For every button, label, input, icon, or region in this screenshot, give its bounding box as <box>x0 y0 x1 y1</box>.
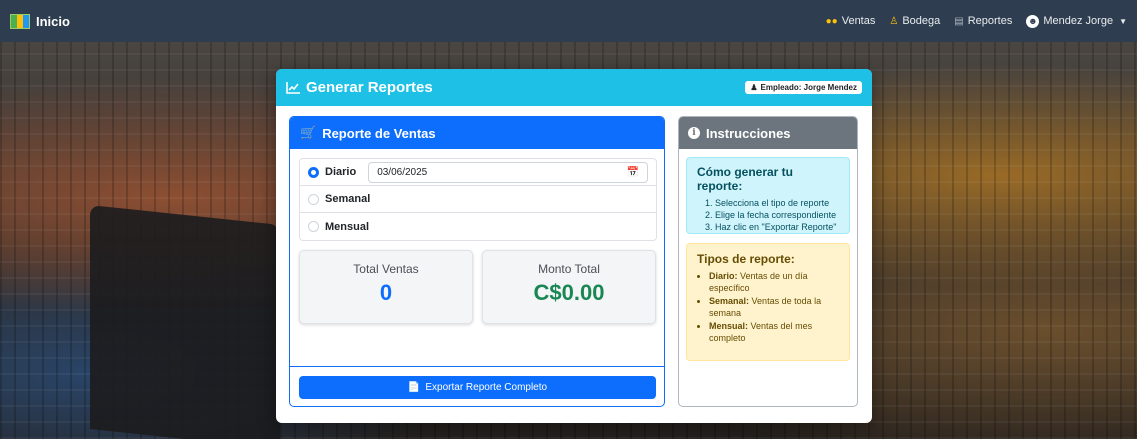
divider <box>290 366 664 367</box>
nav-link-bodega[interactable]: ♙ Bodega <box>889 15 940 27</box>
file-icon: 📄 <box>407 382 421 393</box>
option-label: Diario <box>325 166 357 178</box>
nav-link-label: Ventas <box>841 15 876 27</box>
calendar-icon[interactable]: 📅 <box>627 167 639 178</box>
caret-down-icon: ▼ <box>1119 16 1127 26</box>
report-type-name: Semanal: <box>709 296 750 306</box>
person-icon: ♙ <box>889 15 899 27</box>
chart-icon: ▤ <box>954 15 964 27</box>
date-input[interactable]: 03/06/2025 📅 <box>368 161 648 183</box>
user-icon: ♟ <box>750 83 758 92</box>
option-label: Semanal <box>325 193 371 205</box>
instructions-title: Instrucciones <box>706 125 791 141</box>
option-diario[interactable]: Diario 03/06/2025 📅 <box>300 159 656 186</box>
radio-diario[interactable] <box>308 166 319 178</box>
radio-mensual[interactable] <box>308 221 319 232</box>
option-label: Mensual <box>325 220 370 233</box>
total-sales-label: Total Ventas <box>353 262 419 276</box>
nav-link-ventas[interactable]: ●● Ventas <box>826 15 876 27</box>
background-monitor <box>90 205 280 439</box>
how-to-alert: Cómo generar tu reporte: Selecciona el t… <box>686 157 850 234</box>
export-button-label: Exportar Reporte Completo <box>425 382 548 393</box>
report-type-name: Diario: <box>709 271 738 281</box>
total-sales-box: Total Ventas 0 <box>299 250 473 324</box>
sales-report-panel: 🛒 Reporte de Ventas Diario 03/06/2025 📅 … <box>289 116 665 407</box>
line-chart-icon <box>286 81 300 94</box>
report-type-item: Mensual: Ventas del mes completo <box>709 320 839 344</box>
instructions-header: i Instrucciones <box>679 117 857 149</box>
brand-link[interactable]: Inicio <box>10 13 70 29</box>
report-card: Generar Reportes ♟ Empleado: Jorge Mende… <box>276 69 872 423</box>
coins-icon: ●● <box>825 15 838 27</box>
report-types-alert: Tipos de reporte: Diario: Ventas de un d… <box>686 243 850 361</box>
navbar: Inicio ●● Ventas ♙ Bodega ▤ Reportes ☻ M… <box>0 0 1137 42</box>
radio-semanal[interactable] <box>308 193 319 205</box>
nav-links: ●● Ventas ♙ Bodega ▤ Reportes ☻ Mendez J… <box>826 14 1127 28</box>
date-value: 03/06/2025 <box>377 166 428 178</box>
report-type-options: Diario 03/06/2025 📅 Semanal Mensual <box>299 158 657 241</box>
step-item: Elige la fecha correspondiente <box>715 209 839 221</box>
report-type-item: Diario: Ventas de un día específico <box>709 270 839 294</box>
user-menu-dropdown[interactable]: ☻ Mendez Jorge ▼ <box>1026 14 1127 28</box>
sales-report-title: Reporte de Ventas <box>322 125 436 141</box>
sales-report-header: 🛒 Reporte de Ventas <box>290 117 664 149</box>
total-amount-value: C$0.00 <box>533 280 605 305</box>
total-amount-label: Monto Total <box>538 262 600 276</box>
user-circle-icon: ☻ <box>1026 14 1040 28</box>
total-amount-box: Monto Total C$0.00 <box>482 250 656 324</box>
steps-list: Selecciona el tipo de reporte Elige la f… <box>697 197 839 233</box>
page-title-text: Generar Reportes <box>306 79 433 96</box>
employee-badge-text: Empleado: Jorge Mendez <box>760 83 857 92</box>
report-card-header: Generar Reportes ♟ Empleado: Jorge Mende… <box>276 69 872 106</box>
step-item: Haz clic en "Exportar Reporte" <box>715 221 839 233</box>
shopping-cart-icon: 🛒 <box>300 125 317 140</box>
report-type-item: Semanal: Ventas de toda la semana <box>709 295 839 319</box>
instructions-panel: i Instrucciones Cómo generar tu reporte:… <box>678 116 858 407</box>
report-type-name: Mensual: <box>709 321 749 331</box>
info-icon: i <box>688 127 700 139</box>
export-report-button[interactable]: 📄 Exportar Reporte Completo <box>299 376 656 399</box>
nav-link-reportes[interactable]: ▤ Reportes <box>954 15 1012 27</box>
employee-badge: ♟ Empleado: Jorge Mendez <box>745 81 862 94</box>
report-types-list: Diario: Ventas de un día específico Sema… <box>697 270 839 344</box>
report-types-title: Tipos de reporte: <box>697 252 795 266</box>
user-name: Mendez Jorge <box>1043 15 1114 27</box>
store-logo-icon <box>10 13 30 29</box>
option-mensual[interactable]: Mensual <box>300 213 656 240</box>
page-title: Generar Reportes <box>286 79 433 96</box>
step-item: Selecciona el tipo de reporte <box>715 197 839 209</box>
total-sales-value: 0 <box>379 280 393 305</box>
option-semanal[interactable]: Semanal <box>300 186 656 213</box>
nav-link-label: Bodega <box>902 15 941 27</box>
nav-link-label: Reportes <box>967 15 1013 27</box>
brand-label: Inicio <box>36 13 70 29</box>
how-to-title: Cómo generar tu reporte: <box>697 165 794 193</box>
